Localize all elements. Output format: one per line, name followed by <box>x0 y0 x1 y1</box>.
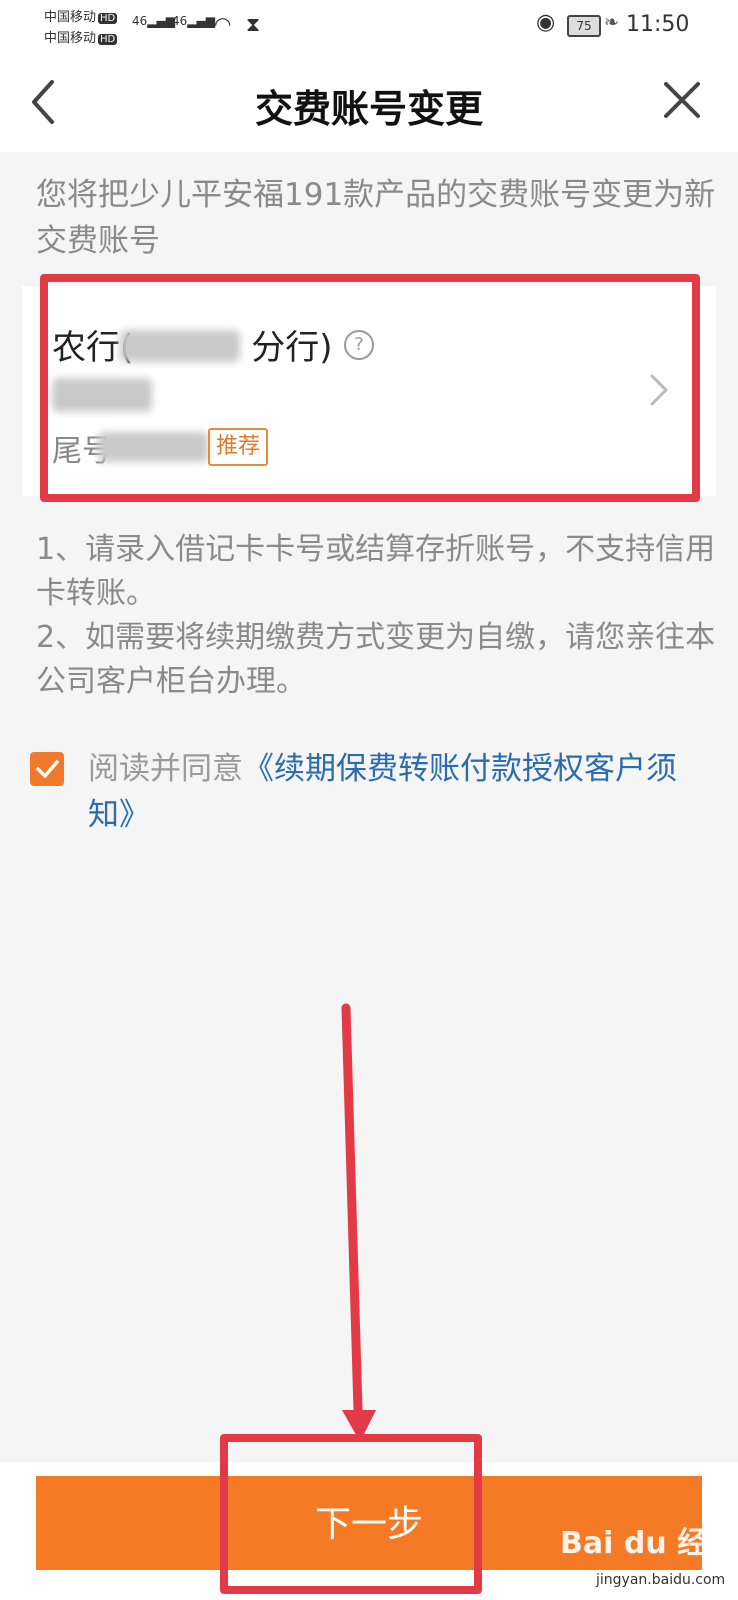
eye-icon: ◉ <box>536 10 556 35</box>
hourglass-icon: ⧗ <box>246 12 261 36</box>
hd-badge-2: HD <box>98 34 118 45</box>
note-item: 2、如需要将续期缴费方式变更为自缴，请您亲往本公司客户柜台办理。 <box>36 620 716 699</box>
carrier-2: 中国移动 HD <box>44 27 118 46</box>
signal-icon-2: 46▂▄▆ <box>172 14 215 28</box>
hd-badge: HD <box>98 13 118 24</box>
annotation-box-card <box>40 274 700 502</box>
agree-checkbox[interactable] <box>30 752 64 786</box>
agreement-text: 阅读并同意《续期保费转账付款授权客户须知》 <box>88 746 708 838</box>
note-item: 1、请录入借记卡卡号或结算存折账号，不支持信用卡转账。 <box>36 532 716 611</box>
status-bar: 中国移动 HD 中国移动 HD 46▂▄▆ 46▂▄▆ ◠ ⧗ ◉ 75 ❧ 11:… <box>0 0 738 52</box>
annotation-box-next <box>220 1434 482 1594</box>
notes: 1、请录入借记卡卡号或结算存折账号，不支持信用卡转账。 2、如需要将续期缴费方式… <box>36 528 716 704</box>
battery-icon: 75 <box>567 15 601 37</box>
carrier-2-label: 中国移动 <box>44 31 97 46</box>
close-icon[interactable] <box>660 78 704 122</box>
check-icon <box>36 760 59 778</box>
nav-bar: 交费账号变更 <box>0 52 738 152</box>
carrier-1: 中国移动 HD <box>44 6 118 25</box>
leaf-icon: ❧ <box>604 12 620 33</box>
intro-text: 您将把少儿平安福191款产品的交费账号变更为新交费账号 <box>36 177 716 259</box>
status-time: 11:50 <box>626 12 690 37</box>
signal-icon-1: 46▂▄▆ <box>132 14 175 28</box>
wifi-icon: ◠ <box>214 12 232 36</box>
agreement-prefix: 阅读并同意 <box>88 751 243 787</box>
watermark-url: jingyan.baidu.com <box>596 1572 726 1588</box>
carrier-1-label: 中国移动 <box>44 10 97 25</box>
baidu-watermark: Bai du 经验 <box>560 1526 738 1561</box>
page-title: 交费账号变更 <box>254 87 483 131</box>
